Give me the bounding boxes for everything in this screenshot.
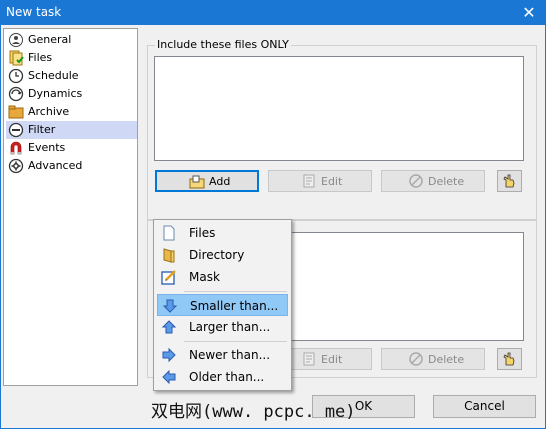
arrow-left-icon — [162, 369, 176, 385]
general-icon — [9, 33, 23, 47]
edit-button[interactable]: Edit — [268, 170, 372, 192]
menu-item-label: Mask — [189, 270, 220, 284]
edit-button-label: Edit — [321, 353, 343, 366]
arrow-right-icon — [162, 347, 176, 363]
hand-pointer-icon — [503, 174, 515, 188]
pick-button[interactable] — [497, 170, 522, 192]
nav-item-label: Filter — [28, 123, 56, 136]
cancel-button-label: Cancel — [464, 399, 505, 413]
title-bar: New task ✕ — [0, 0, 546, 25]
file-icon — [163, 225, 175, 241]
delete-button[interactable]: Delete — [381, 170, 485, 192]
add-menu: Files Directory Mask Smaller than... Lar… — [153, 219, 292, 391]
menu-item-larger-than[interactable]: Larger than... — [157, 316, 288, 338]
close-icon[interactable]: ✕ — [516, 2, 542, 23]
watermark: 双电网(www. pcpc. me) — [151, 402, 356, 422]
filter-icon — [8, 122, 24, 138]
include-file-list[interactable] — [154, 56, 524, 161]
folder-icon — [163, 248, 175, 263]
events-icon — [10, 141, 22, 155]
menu-item-mask[interactable]: Mask — [157, 266, 288, 288]
menu-item-files[interactable]: Files — [157, 222, 288, 244]
nav-item-label: Archive — [28, 105, 70, 118]
menu-item-label: Newer than... — [189, 348, 271, 362]
nav-item-label: Advanced — [28, 159, 83, 172]
nav-item-files[interactable]: Files — [6, 49, 137, 67]
nav-tree: General Files Schedule Dynamics Archive … — [3, 28, 138, 386]
nav-item-label: Schedule — [28, 69, 79, 82]
add-icon — [189, 175, 205, 189]
window-title: New task — [6, 5, 62, 19]
menu-item-label: Older than... — [189, 370, 265, 384]
edit-icon — [303, 352, 315, 366]
arrow-up-icon — [161, 320, 177, 334]
schedule-icon — [8, 68, 24, 84]
menu-item-older-than[interactable]: Older than... — [157, 366, 288, 388]
archive-icon — [8, 105, 24, 119]
menu-item-smaller-than[interactable]: Smaller than... — [157, 294, 288, 316]
nav-item-archive[interactable]: Archive — [6, 103, 137, 121]
dynamics-icon — [8, 86, 24, 102]
nav-item-filter[interactable]: Filter — [6, 121, 137, 139]
hand-pointer-icon — [503, 352, 515, 366]
nav-item-label: Events — [28, 141, 66, 154]
menu-item-newer-than[interactable]: Newer than... — [157, 344, 288, 366]
files-icon — [9, 50, 24, 66]
nav-item-label: Files — [28, 51, 53, 64]
include-group-label: Include these files ONLY — [155, 38, 291, 51]
mask-icon — [161, 270, 176, 285]
advanced-icon — [8, 158, 24, 174]
cancel-button[interactable]: Cancel — [433, 395, 536, 418]
edit-button-label: Edit — [321, 175, 343, 188]
nav-item-events[interactable]: Events — [6, 139, 137, 157]
add-button-label: Add — [209, 175, 231, 188]
menu-item-label: Directory — [189, 248, 245, 262]
dialog-body: General Files Schedule Dynamics Archive … — [0, 25, 546, 429]
nav-item-label: General — [28, 33, 72, 46]
delete-icon — [409, 174, 423, 188]
nav-item-label: Dynamics — [28, 87, 83, 100]
menu-item-label: Files — [189, 226, 216, 240]
delete-icon — [409, 352, 423, 366]
arrow-down-icon — [162, 299, 178, 313]
pick-button-2[interactable] — [497, 348, 522, 370]
delete-button-label: Delete — [428, 353, 465, 366]
ok-button-label: OK — [354, 399, 373, 413]
nav-item-schedule[interactable]: Schedule — [6, 67, 137, 85]
menu-item-label: Larger than... — [189, 320, 271, 334]
nav-item-dynamics[interactable]: Dynamics — [6, 85, 137, 103]
menu-separator — [184, 341, 287, 342]
delete-button-2[interactable]: Delete — [381, 348, 485, 370]
edit-icon — [303, 174, 315, 188]
delete-button-label: Delete — [428, 175, 465, 188]
menu-item-directory[interactable]: Directory — [157, 244, 288, 266]
nav-item-general[interactable]: General — [6, 31, 137, 49]
menu-item-label: Smaller than... — [190, 299, 279, 313]
nav-item-advanced[interactable]: Advanced — [6, 157, 137, 175]
menu-separator — [184, 291, 287, 292]
add-button[interactable]: Add — [155, 170, 259, 192]
